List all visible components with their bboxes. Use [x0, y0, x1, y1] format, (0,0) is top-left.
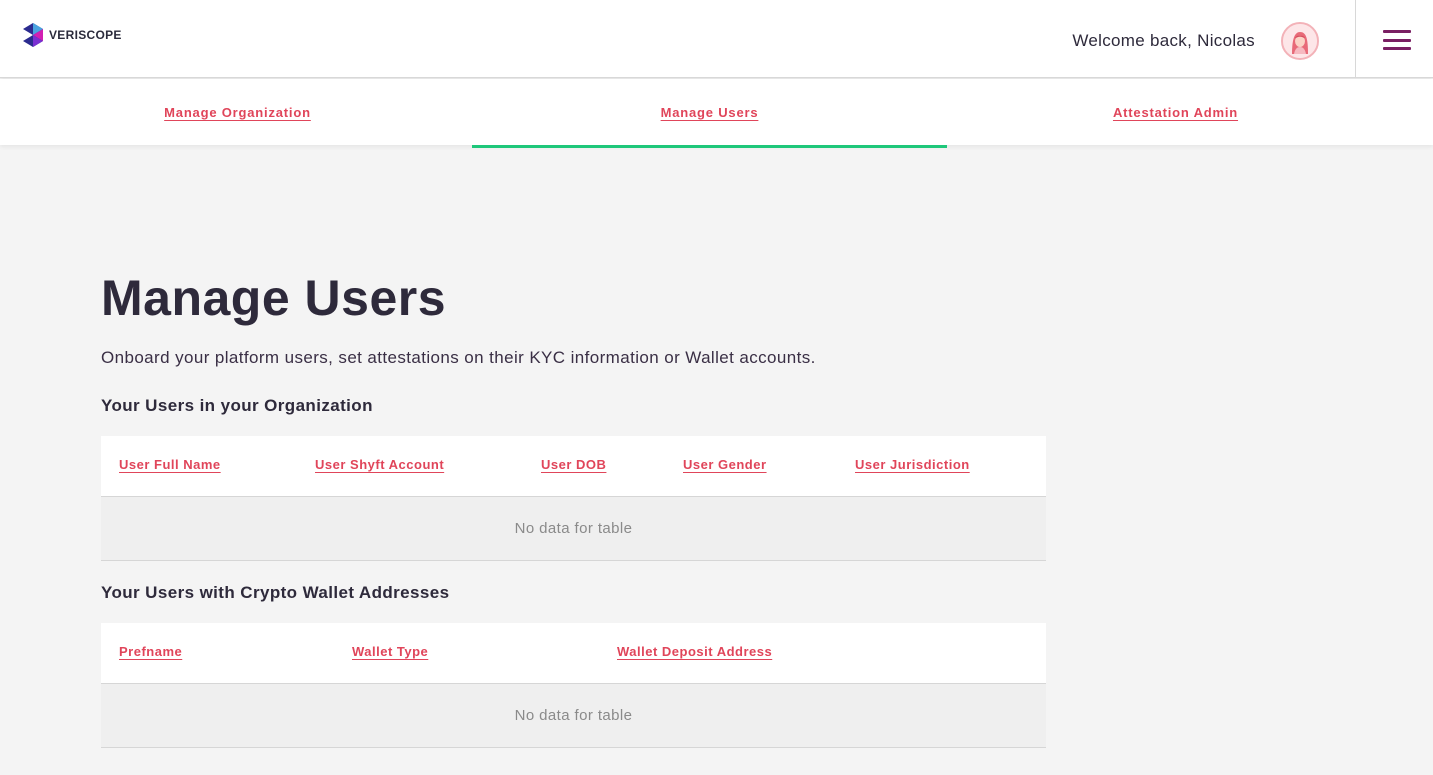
tab-manage-users[interactable]: Manage Users [472, 79, 947, 145]
tab-attestation-admin[interactable]: Attestation Admin [938, 79, 1413, 145]
veriscope-logo-icon [23, 23, 43, 47]
column-wallet-type[interactable]: Wallet Type [352, 644, 428, 659]
users-table: User Full Name User Shyft Account User D… [101, 436, 1046, 561]
column-user-dob[interactable]: User DOB [541, 457, 606, 472]
welcome-message: Welcome back, Nicolas [1072, 31, 1255, 50]
users-section-title: Your Users in your Organization [101, 396, 373, 415]
users-table-header: User Full Name User Shyft Account User D… [101, 436, 1046, 497]
avatar-icon [1283, 24, 1317, 58]
tab-label: Attestation Admin [1112, 104, 1239, 120]
user-avatar[interactable] [1281, 22, 1319, 60]
column-wallet-deposit-address[interactable]: Wallet Deposit Address [617, 644, 772, 659]
tab-label: Manage Organization [164, 104, 311, 120]
column-prefname[interactable]: Prefname [119, 644, 182, 659]
wallets-table-body: No data for table [101, 684, 1046, 748]
tab-manage-organization[interactable]: Manage Organization [0, 79, 475, 145]
tab-bar: Manage Organization Manage Users Attesta… [0, 79, 1433, 145]
hamburger-menu-icon[interactable] [1383, 30, 1411, 50]
wallets-table: Prefname Wallet Type Wallet Deposit Addr… [101, 623, 1046, 748]
wallets-empty-message: No data for table [514, 707, 633, 724]
logo-text: VERISCOPE [49, 28, 122, 42]
veriscope-logo[interactable]: VERISCOPE [20, 22, 122, 48]
page-subtitle: Onboard your platform users, set attesta… [101, 348, 816, 367]
top-bar: VERISCOPE Welcome back, Nicolas [0, 0, 1433, 78]
users-empty-message: No data for table [514, 520, 633, 537]
column-user-gender[interactable]: User Gender [683, 457, 767, 472]
column-user-full-name[interactable]: User Full Name [119, 457, 221, 472]
users-table-body: No data for table [101, 497, 1046, 561]
page-title: Manage Users [101, 270, 447, 326]
wallets-table-header: Prefname Wallet Type Wallet Deposit Addr… [101, 623, 1046, 684]
menu-divider [1355, 0, 1356, 78]
active-tab-indicator [472, 145, 947, 148]
main-content: Manage Users Onboard your platform users… [101, 268, 1046, 748]
column-user-shyft-account[interactable]: User Shyft Account [315, 457, 444, 472]
tab-label: Manage Users [660, 104, 759, 120]
column-user-jurisdiction[interactable]: User Jurisdiction [855, 457, 970, 472]
wallets-section-title: Your Users with Crypto Wallet Addresses [101, 583, 450, 602]
